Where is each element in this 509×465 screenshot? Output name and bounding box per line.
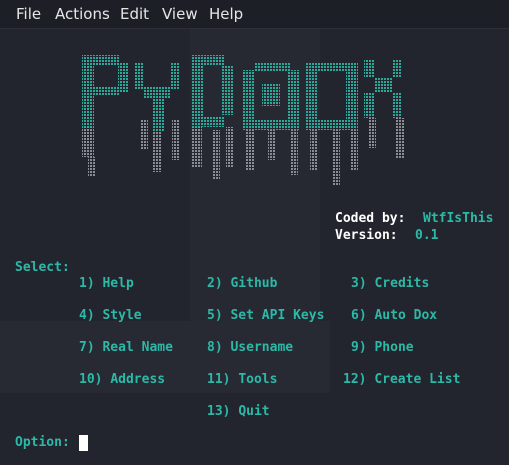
logo-block [364, 60, 374, 78]
option-help[interactable]: 1) Help [79, 276, 134, 292]
logo-block [392, 60, 402, 78]
coded-by-value: WtfIsThis [423, 211, 494, 226]
logo-block [242, 70, 254, 130]
logo-block [226, 127, 234, 167]
option-number: 12) [343, 372, 367, 387]
logo-block [82, 55, 94, 127]
logo-block [310, 130, 318, 170]
option-github[interactable]: 2) Github [207, 276, 277, 292]
option-set-api-keys[interactable]: 5) Set API Keys [207, 308, 324, 324]
version-label: Version: [335, 228, 398, 243]
option-label: Real Name [102, 340, 173, 355]
option-label: Phone [374, 340, 414, 355]
option-username[interactable]: 8) Username [207, 340, 293, 356]
option-address[interactable]: 10) Address [79, 372, 165, 388]
logo-block [88, 157, 96, 177]
logo-block [222, 65, 234, 115]
option-label: Style [102, 308, 142, 323]
logo-block [374, 78, 392, 92]
logo-block [332, 130, 340, 185]
option-number: 5) [207, 308, 223, 323]
option-number: 13) [207, 404, 231, 419]
logo-block [212, 130, 220, 180]
option-number: 9) [351, 340, 367, 355]
logo-block [254, 120, 290, 130]
version-value: 0.1 [415, 228, 439, 243]
option-label: Set API Keys [230, 308, 325, 323]
option-number: 4) [79, 308, 95, 323]
option-real-name[interactable]: 7) Real Name [79, 340, 173, 356]
logo-block [204, 55, 224, 65]
logo-block [152, 98, 164, 132]
option-label: Username [230, 340, 294, 355]
option-label: Credits [374, 276, 430, 291]
logo-block [170, 62, 180, 90]
logo-block [318, 120, 348, 130]
option-number: 6) [351, 308, 367, 323]
option-number: 7) [79, 340, 95, 355]
logo-block [396, 118, 404, 158]
option-label: Github [230, 276, 278, 291]
option-style[interactable]: 4) Style [79, 308, 142, 324]
text-cursor [79, 435, 88, 451]
option-number: 11) [207, 372, 231, 387]
logo-block [368, 118, 376, 148]
logo-block [192, 127, 202, 167]
option-number: 8) [207, 340, 223, 355]
option-prompt-label: Option: [15, 435, 70, 450]
logo-block [144, 86, 170, 98]
option-auto-dox[interactable]: 6) Auto Dox [351, 308, 437, 324]
logo-block [392, 92, 402, 118]
logo-block [82, 127, 94, 157]
option-create-list[interactable]: 12) Create List [343, 372, 460, 388]
option-credits[interactable]: 3) Credits [351, 276, 429, 292]
option-phone[interactable]: 9) Phone [351, 340, 414, 356]
logo-block [364, 92, 374, 118]
logo-block [262, 84, 280, 106]
select-label: Select: [15, 260, 70, 275]
option-label: Auto Dox [374, 308, 438, 323]
logo-block [134, 62, 144, 90]
option-number: 3) [351, 276, 367, 291]
logo-block [192, 55, 204, 127]
logo-block [318, 62, 348, 72]
logo-block [172, 120, 180, 160]
logo-block [204, 117, 224, 127]
option-label: Tools [238, 372, 278, 387]
option-number: 10) [79, 372, 103, 387]
option-number: 1) [79, 276, 95, 291]
option-label: Address [110, 372, 166, 387]
logo-block [152, 132, 162, 172]
logo-block [268, 130, 276, 160]
option-label: Create List [374, 372, 461, 387]
logo-block [306, 62, 318, 130]
terminal-window: File Actions Edit View Help Coded by: Wt… [0, 0, 509, 465]
logo-block [290, 130, 298, 175]
logo-block [350, 130, 358, 170]
coded-by-label: Coded by: [335, 211, 406, 226]
option-quit[interactable]: 13) Quit [207, 404, 270, 420]
logo-block [94, 55, 120, 65]
logo-block [94, 86, 120, 96]
option-tools[interactable]: 11) Tools [207, 372, 277, 388]
option-label: Quit [238, 404, 270, 419]
logo-block [346, 62, 358, 130]
option-number: 2) [207, 276, 223, 291]
logo-block [254, 62, 290, 72]
option-label: Help [102, 276, 134, 291]
logo-block [246, 130, 254, 170]
logo-block [140, 120, 148, 150]
